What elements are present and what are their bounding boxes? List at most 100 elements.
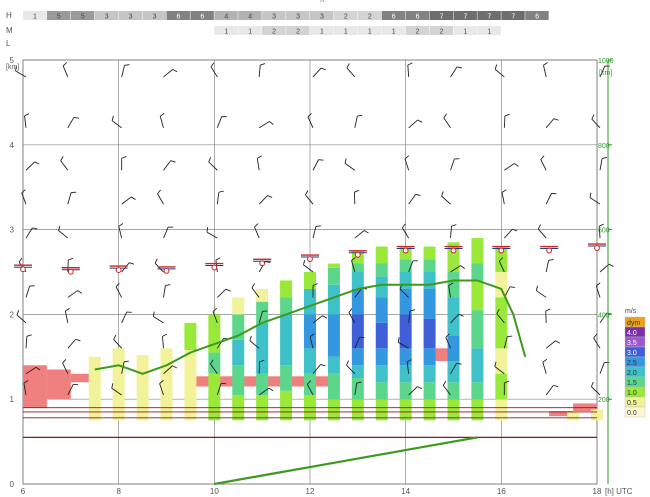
wind-barb-flag [591,114,595,120]
cloud-base-marker [67,268,74,275]
thermal-bar-segment [351,378,364,400]
cloud-cell-value: 2 [416,29,420,36]
wind-barb-flag [346,63,350,69]
wind-barb-flag [514,163,519,167]
sounding-chart: ^ H1553336644333226677776M112211112211L0… [0,0,650,497]
thermal-bar-segment [375,297,388,323]
wind-barb-flag [65,308,70,312]
wind-barb [545,340,556,349]
wind-barb [121,262,130,273]
wind-barb [542,362,547,374]
wind-barb-flag [548,259,554,261]
wind-barb [67,117,75,129]
cloud-base-marker [307,256,313,262]
wind-barb-flag [598,223,604,227]
wind-barb-flag [21,189,26,194]
cloud-cell-value: 4 [224,14,228,21]
cloud-base-marker [354,251,361,258]
wind-barb [121,196,132,205]
cloud-cell-value: 7 [511,14,515,21]
wind-barb-flag [249,335,252,341]
cloud-base-marker [211,264,218,271]
thermal-bar-segment [399,348,412,366]
wind-barb [408,119,419,129]
thermal-bar-segment [447,297,460,336]
wind-barb-flag [251,283,255,289]
thermal-bar-segment [495,348,508,374]
wind-barb-flag [210,62,215,68]
thermal-bar-segment [256,322,269,374]
wind-barb-flag [124,64,130,66]
wind-barb-flag [24,113,30,117]
wind-barb [256,158,260,171]
cloud-base-marker [259,260,266,267]
wind-barb-flag [172,365,178,369]
right-axis-unit: [km] [599,70,612,77]
thermal-bar-segment [184,350,197,421]
thermal-bar-segment [447,382,460,400]
wind-barb [536,290,547,298]
cloud-cell-value: 1 [464,29,468,36]
wind-barb-flag [509,286,515,288]
wind-barb [163,160,172,171]
cloud-cell-value: 1 [368,29,372,36]
thermal-bar-segment [184,322,197,351]
wind-barb-flag [267,195,273,198]
thermal-bar-segment [304,348,316,374]
wind-barb-flag [608,263,614,267]
cloud-row-label-m: M [6,26,13,35]
wind-barb-flag [26,334,32,337]
wind-barb [67,290,78,298]
cloud-cell-value: 1 [320,29,324,36]
wind-barb-flag [593,333,597,339]
wind-barb [344,162,356,171]
right-axis-tick-label: 400 [598,312,610,319]
legend-label: 4.0 [627,330,637,337]
thermal-bar-segment [280,365,293,391]
wind-barb-flag [62,358,67,364]
wind-barb-flag [407,62,413,66]
wind-barb [16,314,27,324]
wind-barb-flag [268,387,274,392]
cloud-base-marker [498,247,505,254]
cloud-cell-value: 1 [344,29,348,36]
wind-barb-flag [442,380,447,386]
wind-barb [157,193,164,205]
thermal-bar-segment [351,399,364,421]
cloud-cell-value: 6 [392,14,396,21]
wind-barb-flag [601,157,608,159]
x-tick-label: 16 [497,487,506,496]
thermal-bar-segment [423,272,436,289]
wind-barb-flag [415,193,421,196]
wind-barb-flag [113,334,117,340]
stratus-patch [46,369,71,400]
wind-barb-flag [535,285,538,291]
wind-barb-flag [129,262,135,265]
wind-barb-flag [540,155,545,160]
wind-barb [121,311,128,324]
x-axis-unit: [h] UTC [605,487,633,496]
cloud-cell-value: 3 [296,14,300,21]
wind-barb [25,336,28,349]
wind-barb-flag [305,190,309,196]
wind-barb-flag [441,191,444,197]
thermal-bar-segment [423,348,436,366]
wind-barb [25,285,31,298]
wind-barb-flag [589,192,592,198]
thermal-bar-segment [399,314,412,349]
thermal-bar-segment [280,390,293,421]
x-tick-label: 8 [116,487,121,496]
right-axis-tick-label: 1000 [598,58,614,65]
wind-barb-flag [257,155,262,159]
wind-barb [216,192,220,205]
wind-barb-flag [348,308,353,313]
wind-barb [111,120,122,129]
cloud-base-marker [115,267,122,273]
thermal-bar-segment [423,288,436,319]
wind-barb [599,362,605,374]
wind-barb [307,116,314,129]
cloud-cell-value: 1 [224,29,228,36]
wind-barb-flag [269,121,274,125]
wind-barb-flag [507,335,513,338]
cloud-base-marker [20,266,26,273]
